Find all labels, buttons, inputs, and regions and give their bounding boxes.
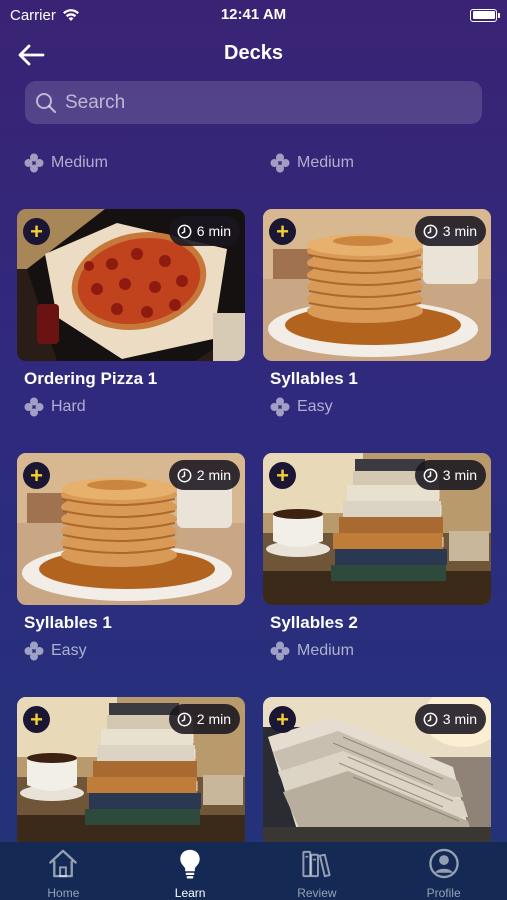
tab-profile[interactable]: Profile	[380, 842, 507, 900]
add-deck-button[interactable]: +	[23, 218, 50, 245]
difficulty-label: Easy	[24, 641, 87, 661]
tab-label: Review	[297, 886, 337, 900]
difficulty-icon	[24, 641, 44, 661]
tab-learn[interactable]: Learn	[127, 842, 254, 900]
add-deck-button[interactable]: +	[23, 462, 50, 489]
plus-icon: +	[30, 218, 43, 244]
duration-badge: 3 min	[414, 460, 486, 490]
deck-title: Syllables 1	[270, 369, 358, 388]
duration-badge: 6 min	[168, 216, 240, 246]
difficulty-label: Medium	[270, 641, 354, 661]
clock-icon	[423, 712, 438, 726]
difficulty-icon	[270, 153, 290, 173]
plus-icon: +	[30, 706, 43, 732]
search-input[interactable]	[65, 91, 465, 114]
difficulty-text: Medium	[51, 154, 108, 171]
duration-text: 2 min	[196, 711, 231, 727]
difficulty-text: Easy	[297, 398, 333, 415]
deck-title: Ordering Pizza 1	[24, 369, 158, 388]
duration-text: 2 min	[196, 467, 231, 483]
difficulty-label: Hard	[24, 397, 86, 417]
plus-icon: +	[276, 218, 289, 244]
lightbulb-icon	[180, 849, 200, 879]
search-bar[interactable]	[25, 81, 482, 124]
difficulty-text: Easy	[51, 642, 87, 659]
difficulty-label: Medium	[270, 153, 354, 173]
difficulty-text: Hard	[51, 398, 86, 415]
status-time: 12:41 AM	[220, 6, 287, 23]
plus-icon: +	[30, 462, 43, 488]
plus-icon: +	[276, 706, 289, 732]
difficulty-text: Medium	[297, 642, 354, 659]
clock-icon	[177, 224, 192, 238]
tab-label: Learn	[174, 886, 206, 900]
difficulty-label: Medium	[24, 153, 108, 173]
tab-bar: Home Learn Review Profile	[0, 842, 507, 900]
clock-icon	[177, 468, 192, 482]
duration-badge: 3 min	[414, 216, 486, 246]
books-icon	[302, 850, 331, 878]
page-title: Decks	[224, 42, 283, 64]
deck-title: Syllables 2	[270, 613, 358, 632]
tab-home[interactable]: Home	[0, 842, 127, 900]
difficulty-label: Easy	[270, 397, 333, 417]
difficulty-text: Medium	[297, 154, 354, 171]
duration-text: 3 min	[442, 467, 477, 483]
clock-icon	[177, 712, 192, 726]
add-deck-button[interactable]: +	[269, 218, 296, 245]
duration-text: 3 min	[442, 711, 477, 727]
duration-badge: 3 min	[414, 704, 486, 734]
add-deck-button[interactable]: +	[269, 462, 296, 489]
difficulty-icon	[24, 153, 44, 173]
home-icon	[49, 849, 78, 878]
clock-icon	[423, 468, 438, 482]
difficulty-icon	[270, 641, 290, 661]
add-deck-button[interactable]: +	[269, 706, 296, 733]
difficulty-icon	[270, 397, 290, 417]
nav-bar: Decks	[0, 34, 507, 74]
deck-title: Syllables 1	[24, 613, 112, 632]
tab-label: Profile	[426, 886, 461, 900]
add-deck-button[interactable]: +	[23, 706, 50, 733]
search-icon	[36, 92, 57, 113]
duration-text: 3 min	[442, 223, 477, 239]
tab-label: Home	[47, 886, 80, 900]
plus-icon: +	[276, 462, 289, 488]
duration-badge: 2 min	[168, 704, 240, 734]
duration-text: 6 min	[196, 223, 231, 239]
profile-icon	[428, 848, 459, 879]
clock-icon	[423, 224, 438, 238]
tab-review[interactable]: Review	[254, 842, 381, 900]
difficulty-icon	[24, 397, 44, 417]
duration-badge: 2 min	[168, 460, 240, 490]
